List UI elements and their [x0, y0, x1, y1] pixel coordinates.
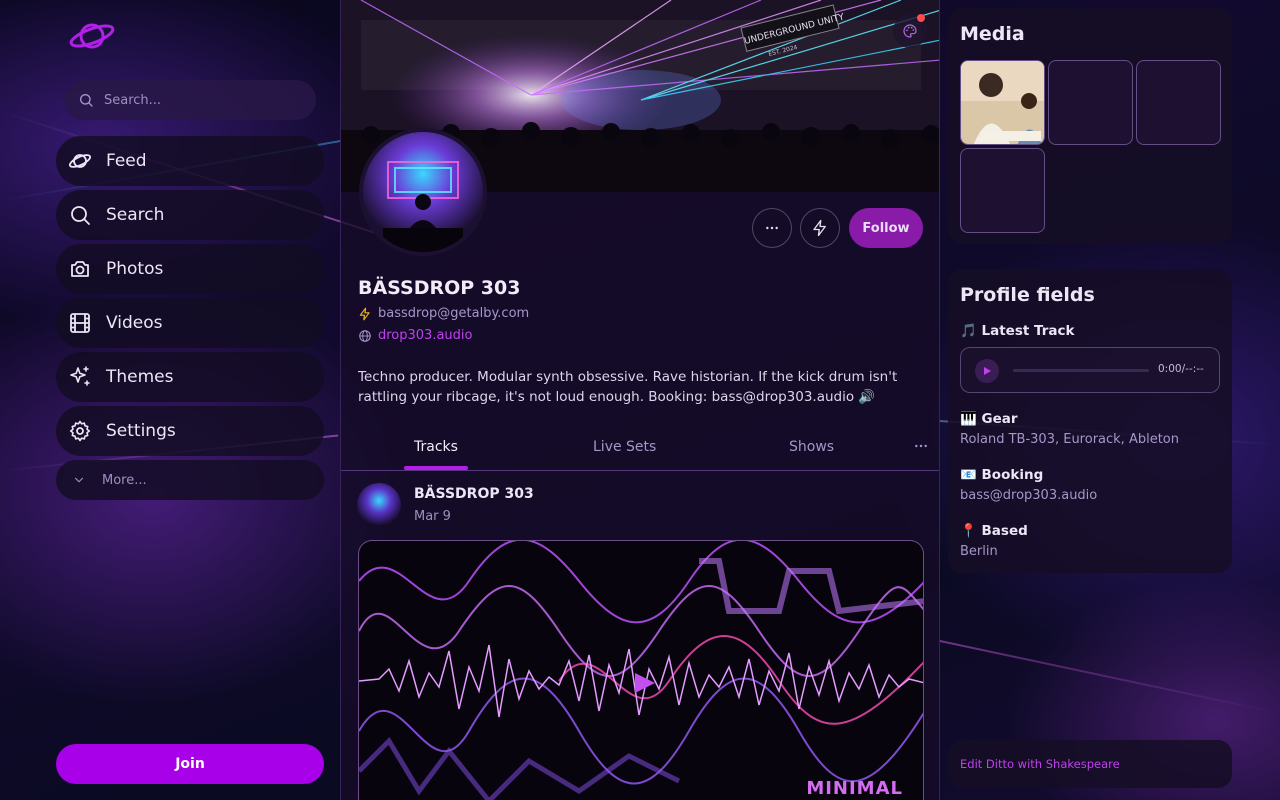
media-thumbnail[interactable] [960, 60, 1045, 145]
ellipsis-icon [915, 444, 927, 448]
nav-item-label: Themes [106, 367, 174, 387]
media-thumbnail[interactable] [1136, 60, 1221, 145]
lightning-address-row: bassdrop@getalby.com [358, 306, 529, 321]
gear-value: Roland TB-303, Eurorack, Ableton [960, 432, 1179, 447]
zap-button[interactable] [800, 208, 840, 248]
nav-item-search[interactable]: Search [56, 190, 324, 240]
lightning-icon [359, 307, 370, 320]
media-card: Media [948, 8, 1232, 244]
tabs-more-button[interactable] [913, 438, 929, 458]
profile-avatar[interactable] [359, 128, 487, 256]
globe-icon [359, 329, 371, 342]
nav-item-label: Feed [106, 151, 147, 171]
tab-tracks[interactable]: Tracks [414, 439, 458, 455]
profile-fields-card: Profile fields 🎵 Latest Track 0:00/--:--… [948, 269, 1232, 573]
play-button[interactable] [975, 359, 999, 383]
gear-label: 🎹 Gear [960, 411, 1018, 427]
post-media[interactable]: MINIMAL [358, 540, 924, 800]
nav-item-label: Settings [106, 421, 176, 441]
media-thumbnail[interactable] [960, 148, 1045, 233]
nav-item-feed[interactable]: Feed [56, 136, 324, 186]
edit-with-shakespeare-link[interactable]: Edit Ditto with Shakespeare [960, 757, 1120, 771]
play-icon [984, 367, 991, 375]
waveform-artwork [359, 541, 923, 800]
active-tab-indicator [404, 466, 468, 470]
search-icon [80, 94, 93, 107]
audio-progress-bar[interactable] [1013, 369, 1149, 372]
more-options-button[interactable] [752, 208, 792, 248]
left-sidebar: Feed Search Photos Videos [56, 0, 324, 800]
media-thumbnail[interactable] [1048, 60, 1133, 145]
based-label: 📍 Based [960, 523, 1028, 539]
nav-item-label: Videos [106, 313, 163, 333]
avatar-image [383, 161, 463, 252]
nav-item-settings[interactable]: Settings [56, 406, 324, 456]
theme-palette-button[interactable] [893, 14, 927, 48]
planet-logo[interactable] [68, 18, 116, 54]
planet-icon [68, 154, 92, 168]
film-icon [70, 313, 90, 333]
profile-bio: Techno producer. Modular synth obsessive… [358, 369, 898, 405]
sparkles-icon [70, 366, 90, 386]
website-link[interactable]: drop303.audio [378, 328, 473, 343]
nav-item-themes[interactable]: Themes [56, 352, 324, 402]
audio-player: 0:00/--:-- [960, 347, 1220, 393]
planet-logo-icon [69, 23, 115, 49]
profile-fields-title: Profile fields [960, 284, 1095, 306]
search-input[interactable] [104, 92, 304, 108]
chevron-down-icon [74, 477, 84, 483]
ellipsis-icon [766, 226, 778, 230]
nav-item-label: Photos [106, 259, 164, 279]
search-icon [71, 206, 90, 225]
tab-live-sets[interactable]: Live Sets [593, 439, 656, 455]
nav-item-label: Search [106, 205, 165, 225]
join-button[interactable]: Join [56, 744, 324, 784]
booking-value[interactable]: bass@drop303.audio [960, 488, 1097, 503]
booking-label: 📧 Booking [960, 467, 1044, 483]
latest-track-label: 🎵 Latest Track [960, 323, 1075, 339]
camera-icon [71, 261, 89, 277]
based-value: Berlin [960, 544, 998, 559]
profile-column: UNDERGROUND UNITY EST. 2024 Follow BÄSSD… [340, 0, 940, 800]
post-author-avatar[interactable] [357, 483, 401, 527]
search-bar[interactable] [64, 80, 316, 120]
nav-item-photos[interactable]: Photos [56, 244, 324, 294]
media-caption: MINIMAL [806, 778, 903, 799]
website-row: drop303.audio [358, 328, 473, 343]
profile-tabs: Tracks Live Sets Shows [341, 426, 939, 471]
gear-icon [69, 420, 91, 442]
laser-streak [939, 640, 1273, 713]
profile-display-name: BÄSSDROP 303 [358, 277, 521, 299]
post-date[interactable]: Mar 9 [414, 509, 451, 524]
nav-item-videos[interactable]: Videos [56, 298, 324, 348]
more-label: More... [102, 472, 147, 488]
media-card-title: Media [960, 23, 1025, 45]
palette-icon [903, 24, 917, 38]
post-author-name[interactable]: BÄSSDROP 303 [414, 486, 534, 502]
more-button[interactable]: More... [56, 460, 324, 500]
lightning-icon [813, 219, 826, 237]
lightning-address[interactable]: bassdrop@getalby.com [378, 306, 529, 321]
follow-button[interactable]: Follow [849, 208, 923, 248]
tab-shows[interactable]: Shows [789, 439, 834, 455]
footer-card: Edit Ditto with Shakespeare [948, 740, 1232, 788]
notification-dot [917, 14, 925, 22]
audio-time: 0:00/--:-- [1158, 363, 1204, 375]
media-thumbnail-image [961, 61, 1044, 144]
